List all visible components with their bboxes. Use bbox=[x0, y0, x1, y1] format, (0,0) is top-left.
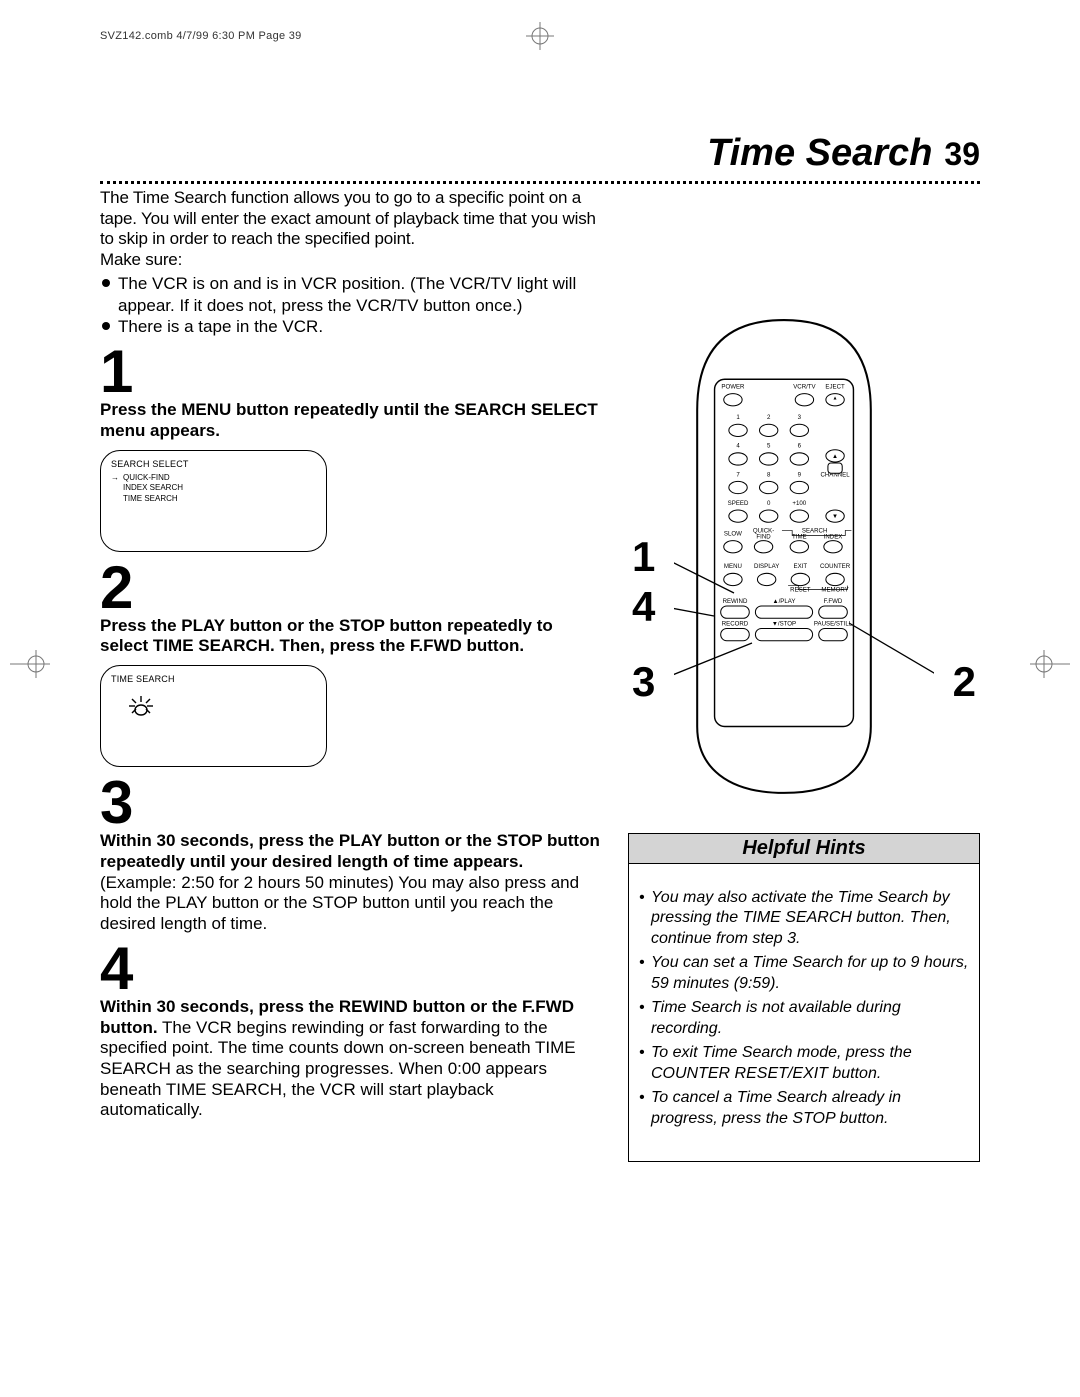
step-number: 2 bbox=[100, 558, 600, 618]
registration-mark-icon bbox=[10, 650, 50, 678]
step-continuation: (Example: 2:50 for 2 hours 50 minutes) Y… bbox=[100, 873, 579, 933]
svg-text:9: 9 bbox=[798, 471, 802, 478]
callout-number: 2 bbox=[953, 658, 976, 706]
prereq-item: The VCR is on and is in VCR position. (T… bbox=[100, 273, 600, 317]
hint-item: You may also activate the Time Search by… bbox=[639, 888, 969, 949]
hint-item: Time Search is not available during reco… bbox=[639, 998, 969, 1039]
svg-text:POWER: POWER bbox=[721, 383, 745, 390]
svg-text:FIND: FIND bbox=[756, 534, 771, 541]
step-instruction: Press the PLAY button or the STOP button… bbox=[100, 616, 553, 656]
hint-item: To exit Time Search mode, press the COUN… bbox=[639, 1043, 969, 1084]
osd-screen: SEARCH SELECT QUICK-FIND INDEX SEARCH TI… bbox=[100, 450, 327, 552]
svg-text:INDEX: INDEX bbox=[824, 534, 843, 541]
svg-text:REWIND: REWIND bbox=[723, 598, 748, 605]
page-number: 39 bbox=[944, 136, 980, 173]
svg-text:1: 1 bbox=[736, 414, 740, 421]
svg-text:RECORD: RECORD bbox=[722, 620, 749, 627]
step-number: 3 bbox=[100, 773, 600, 833]
dotted-rule bbox=[100, 181, 980, 184]
osd-option: INDEX SEARCH bbox=[111, 483, 316, 494]
step-number: 1 bbox=[100, 342, 600, 402]
callout-number: 4 bbox=[632, 583, 655, 631]
svg-text:▲: ▲ bbox=[833, 396, 838, 402]
osd-title: SEARCH SELECT bbox=[111, 459, 316, 469]
svg-text:+100: +100 bbox=[792, 500, 806, 507]
svg-text:0: 0 bbox=[767, 500, 771, 507]
registration-mark-icon bbox=[1030, 650, 1070, 678]
svg-text:SLOW: SLOW bbox=[724, 531, 742, 538]
osd-title: TIME SEARCH bbox=[111, 674, 316, 684]
svg-text:▼: ▼ bbox=[832, 513, 838, 520]
svg-text:7: 7 bbox=[736, 471, 740, 478]
hints-title: Helpful Hints bbox=[629, 834, 979, 864]
osd-option: TIME SEARCH bbox=[111, 494, 316, 505]
svg-text:SPEED: SPEED bbox=[728, 500, 749, 507]
sun-burst-icon bbox=[123, 692, 159, 720]
svg-text:PAUSE/STILL: PAUSE/STILL bbox=[814, 620, 853, 627]
page-title: Time Search bbox=[707, 132, 932, 175]
osd-screen: TIME SEARCH bbox=[100, 665, 327, 767]
svg-text:EXIT: EXIT bbox=[794, 563, 808, 570]
registration-mark-icon bbox=[526, 22, 554, 50]
svg-text:3: 3 bbox=[798, 414, 802, 421]
prereq-item: There is a tape in the VCR. bbox=[100, 316, 600, 338]
svg-text:MEMORY: MEMORY bbox=[821, 587, 848, 594]
step-instruction: Press the MENU button repeatedly until t… bbox=[100, 400, 598, 440]
svg-text:4: 4 bbox=[736, 443, 740, 450]
hint-item: To cancel a Time Search already in progr… bbox=[639, 1088, 969, 1129]
makesure-label: Make sure: bbox=[100, 250, 182, 269]
callout-number: 1 bbox=[632, 533, 655, 581]
hint-item: You can set a Time Search for up to 9 ho… bbox=[639, 953, 969, 994]
svg-text:EJECT: EJECT bbox=[825, 383, 845, 390]
callout-number: 3 bbox=[632, 658, 655, 706]
svg-text:5: 5 bbox=[767, 443, 771, 450]
svg-text:8: 8 bbox=[767, 471, 771, 478]
osd-option: QUICK-FIND bbox=[111, 473, 316, 484]
svg-text:2: 2 bbox=[767, 414, 771, 421]
svg-text:F.FWD: F.FWD bbox=[824, 598, 843, 605]
svg-text:COUNTER: COUNTER bbox=[820, 563, 851, 570]
remote-diagram: POWER VCR/TV EJECT ▲ 1 2 3 4 5 6 7 8 9 bbox=[674, 318, 894, 798]
svg-text:RESET: RESET bbox=[790, 587, 811, 594]
svg-text:DISPLAY: DISPLAY bbox=[754, 563, 779, 570]
svg-text:▼/STOP: ▼/STOP bbox=[772, 620, 796, 627]
svg-text:TIME: TIME bbox=[792, 534, 807, 541]
step-continuation: The VCR begins rewinding or fast forward… bbox=[100, 1018, 576, 1120]
intro-text: The Time Search function allows you to g… bbox=[100, 188, 596, 248]
svg-text:6: 6 bbox=[798, 443, 802, 450]
svg-text:VCR/TV: VCR/TV bbox=[793, 383, 816, 390]
svg-text:▲/PLAY: ▲/PLAY bbox=[773, 598, 796, 605]
svg-text:MENU: MENU bbox=[724, 563, 742, 570]
step-number: 4 bbox=[100, 939, 600, 999]
svg-text:▲: ▲ bbox=[832, 453, 838, 460]
step-instruction: Within 30 seconds, press the PLAY button… bbox=[100, 831, 600, 871]
helpful-hints-box: Helpful Hints You may also activate the … bbox=[628, 833, 980, 1162]
